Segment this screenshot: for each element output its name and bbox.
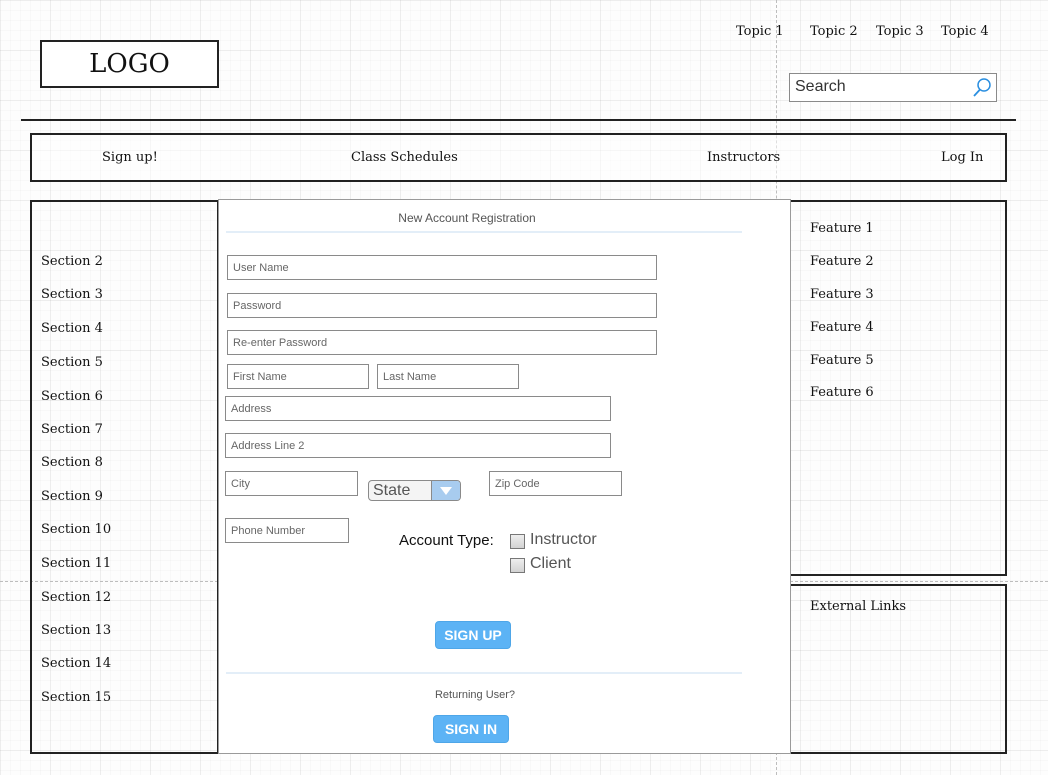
nav-log-in[interactable]: Log In [941, 150, 983, 165]
feature-5-link[interactable]: Feature 5 [810, 353, 874, 368]
sidebar-section-13[interactable]: Section 13 [41, 623, 111, 638]
sidebar-section-7[interactable]: Section 7 [41, 422, 103, 437]
form-title: New Account Registration [398, 211, 536, 225]
instructor-label: Instructor [530, 531, 597, 548]
chevron-down-icon[interactable] [431, 481, 460, 500]
phone-number-field[interactable] [225, 518, 349, 543]
header-divider [21, 119, 1016, 121]
instructor-checkbox[interactable] [510, 534, 525, 549]
zip-code-field[interactable] [489, 471, 622, 496]
search-placeholder: Search [795, 78, 846, 95]
reenter-password-field[interactable] [227, 330, 657, 355]
search-icon[interactable] [971, 77, 993, 99]
sign-in-button[interactable]: SIGN IN [433, 715, 509, 743]
nav-instructors[interactable]: Instructors [707, 150, 780, 165]
topic-3-link[interactable]: Topic 3 [876, 24, 924, 39]
last-name-field[interactable] [377, 364, 519, 389]
sidebar-section-4[interactable]: Section 4 [41, 321, 103, 336]
feature-3-link[interactable]: Feature 3 [810, 287, 874, 302]
sidebar-section-3[interactable]: Section 3 [41, 287, 103, 302]
logo[interactable]: LOGO [40, 40, 219, 88]
password-field[interactable] [227, 293, 657, 318]
address-line-2-field[interactable] [225, 433, 611, 458]
city-field[interactable] [225, 471, 358, 496]
sidebar-section-8[interactable]: Section 8 [41, 455, 103, 470]
sidebar-section-10[interactable]: Section 10 [41, 522, 111, 537]
bottom-separator [226, 672, 742, 674]
sidebar-section-15[interactable]: Section 15 [41, 690, 111, 705]
first-name-field[interactable] [227, 364, 369, 389]
feature-6-link[interactable]: Feature 6 [810, 385, 874, 400]
sidebar-section-6[interactable]: Section 6 [41, 389, 103, 404]
sign-up-button[interactable]: SIGN UP [435, 621, 511, 649]
nav-sign-up[interactable]: Sign up! [102, 150, 158, 165]
state-select[interactable]: State [368, 480, 461, 501]
external-links-heading[interactable]: External Links [810, 599, 906, 614]
topic-4-link[interactable]: Topic 4 [941, 24, 989, 39]
search-input[interactable]: Search [789, 73, 997, 102]
account-type-label: Account Type: [399, 532, 494, 549]
nav-class-schedules[interactable]: Class Schedules [351, 150, 458, 165]
sidebar-section-14[interactable]: Section 14 [41, 656, 111, 671]
title-separator [226, 231, 742, 233]
username-field[interactable] [227, 255, 657, 280]
feature-4-link[interactable]: Feature 4 [810, 320, 874, 335]
sidebar-section-11[interactable]: Section 11 [41, 556, 111, 571]
sidebar-section-2[interactable]: Section 2 [41, 254, 103, 269]
client-label: Client [530, 555, 571, 572]
topic-2-link[interactable]: Topic 2 [810, 24, 858, 39]
sidebar-section-12[interactable]: Section 12 [41, 590, 111, 605]
state-select-value: State [373, 482, 411, 499]
feature-1-link[interactable]: Feature 1 [810, 221, 874, 236]
nav-bar [30, 133, 1007, 182]
topic-1-link[interactable]: Topic 1 [736, 24, 784, 39]
sidebar-section-5[interactable]: Section 5 [41, 355, 103, 370]
address-field[interactable] [225, 396, 611, 421]
client-checkbox[interactable] [510, 558, 525, 573]
feature-2-link[interactable]: Feature 2 [810, 254, 874, 269]
sidebar-section-9[interactable]: Section 9 [41, 489, 103, 504]
returning-user-label: Returning User? [434, 689, 516, 701]
